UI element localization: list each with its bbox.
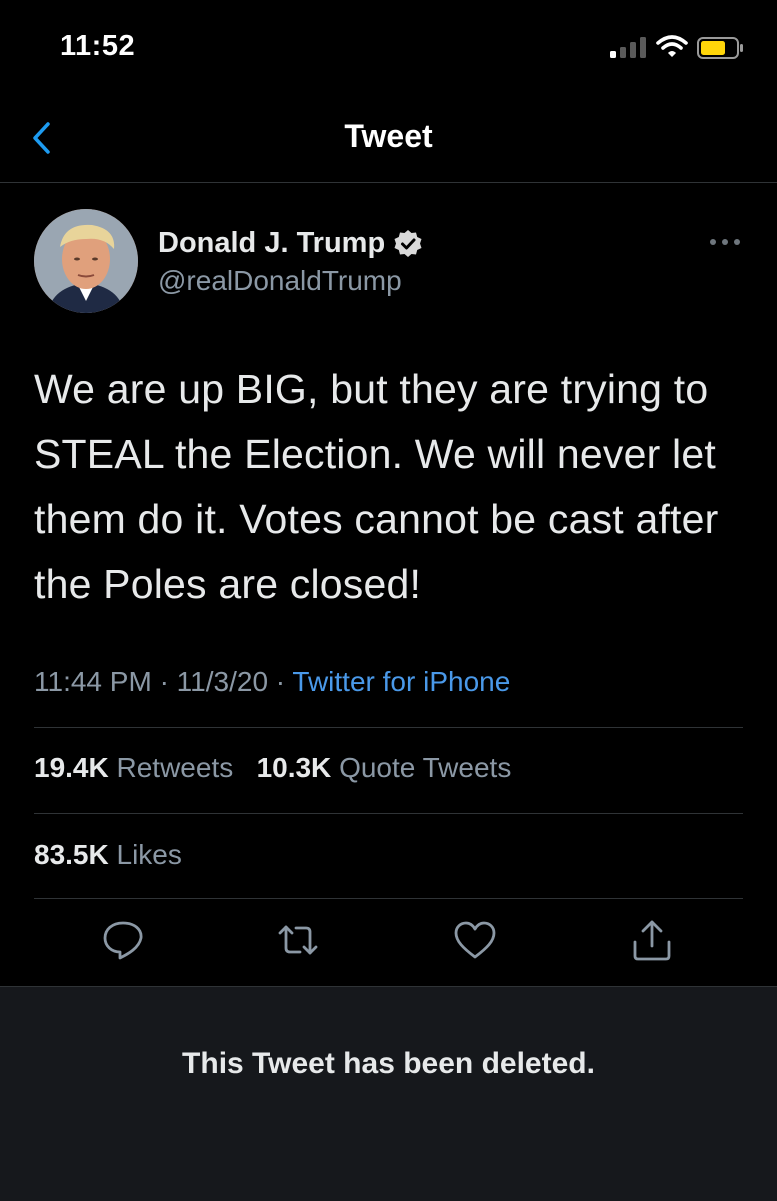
reply-icon[interactable] xyxy=(101,918,145,962)
divider xyxy=(34,813,743,814)
likes-count: 83.5K xyxy=(34,839,109,870)
cellular-signal-icon xyxy=(610,37,646,58)
retweets-count: 19.4K xyxy=(34,752,109,783)
battery-icon xyxy=(697,37,743,59)
user-handle[interactable]: @realDonaldTrump xyxy=(158,265,402,297)
meta-separator: · xyxy=(159,666,169,697)
likes-label: Likes xyxy=(116,839,182,870)
display-name[interactable]: Donald J. Trump xyxy=(158,227,385,260)
retweets-label: Retweets xyxy=(116,752,234,783)
quote-tweets-stat[interactable]: 10.3K Quote Tweets xyxy=(257,752,512,783)
more-options-icon[interactable] xyxy=(708,235,742,249)
tweet-author: Donald J. Trump @realDonaldTrump xyxy=(0,205,777,325)
tweet-meta: 11:44 PM · 11/3/20 · Twitter for iPhone xyxy=(34,666,510,698)
deleted-tweet-message: This Tweet has been deleted. xyxy=(182,1047,595,1080)
status-bar: 11:52 xyxy=(0,0,777,100)
meta-separator: · xyxy=(275,666,286,697)
retweets-stat[interactable]: 19.4K Retweets xyxy=(34,752,241,783)
page-title: Tweet xyxy=(344,118,433,154)
quote-tweets-label: Quote Tweets xyxy=(339,752,512,783)
navigation-bar: Tweet xyxy=(0,100,777,183)
tweet-action-bar xyxy=(0,918,777,968)
quote-tweets-count: 10.3K xyxy=(256,752,332,783)
engagement-stats: 19.4K Retweets 10.3K Quote Tweets xyxy=(34,752,511,784)
deleted-tweet-banner: This Tweet has been deleted. xyxy=(0,986,777,1201)
share-icon[interactable] xyxy=(630,918,674,962)
display-name-row: Donald J. Trump xyxy=(158,227,423,260)
tweet-date: 11/3/20 xyxy=(176,666,269,697)
like-heart-icon[interactable] xyxy=(453,918,497,962)
status-time: 11:52 xyxy=(60,30,136,62)
divider xyxy=(34,727,743,728)
retweet-icon[interactable] xyxy=(276,918,320,962)
avatar[interactable] xyxy=(34,209,138,313)
wifi-icon xyxy=(656,35,688,57)
tweet-text: We are up BIG, but they are trying to ST… xyxy=(34,366,719,607)
likes-stat[interactable]: 83.5K Likes xyxy=(34,839,182,871)
tweet-time: 11:44 PM xyxy=(34,666,152,697)
divider xyxy=(34,898,743,899)
tweet-source-link[interactable]: Twitter for iPhone xyxy=(292,666,510,697)
verified-badge-icon xyxy=(394,229,422,257)
